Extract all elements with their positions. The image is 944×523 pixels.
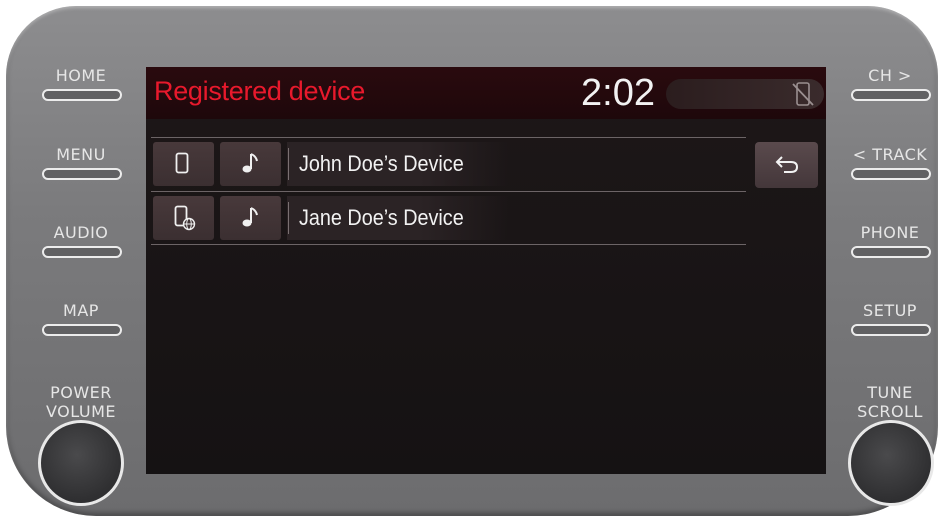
ch-label: CH >	[868, 66, 912, 85]
menu-label: MENU	[56, 145, 106, 164]
audio-label: AUDIO	[53, 223, 109, 242]
setup-button[interactable]	[851, 324, 931, 336]
menu-button[interactable]	[42, 168, 122, 180]
power-label-line2: VOLUME	[46, 402, 116, 421]
phone-label: PHONE	[860, 223, 920, 242]
screen-header: Registered device 2:02	[146, 67, 826, 119]
map-label: MAP	[63, 301, 99, 320]
device-audio-button[interactable]	[220, 142, 281, 186]
device-name: Jane Doe’s Device	[299, 205, 464, 230]
power-label-line1: POWER	[50, 383, 112, 402]
smartphone-globe-icon	[174, 205, 196, 231]
audio-button[interactable]	[42, 246, 122, 258]
tune-label-line2: SCROLL	[857, 402, 923, 421]
list-divider	[151, 244, 746, 245]
tune-scroll-knob[interactable]	[848, 420, 934, 506]
display-screen: Registered device 2:02 John Doe’s Device	[146, 67, 826, 474]
device-phone-button[interactable]	[153, 196, 214, 240]
power-volume-knob[interactable]	[38, 420, 124, 506]
device-row[interactable]: Jane Doe’s Device	[151, 192, 746, 242]
phone-disconnected-icon	[792, 82, 814, 106]
map-button[interactable]	[42, 324, 122, 336]
phone-button[interactable]	[851, 246, 931, 258]
back-arrow-icon	[775, 156, 799, 173]
device-phone-button[interactable]	[153, 142, 214, 186]
home-label: HOME	[55, 66, 107, 85]
power-label: POWER VOLUME	[31, 383, 131, 421]
track-label: < TRACK	[852, 145, 928, 164]
home-button[interactable]	[42, 89, 122, 101]
device-audio-button[interactable]	[220, 196, 281, 240]
tune-label-line1: TUNE	[867, 383, 913, 402]
track-prev-button[interactable]	[851, 168, 931, 180]
device-name: John Doe’s Device	[299, 151, 464, 176]
cell-separator	[288, 202, 289, 234]
device-row[interactable]: John Doe’s Device	[151, 138, 746, 188]
cell-separator	[288, 148, 289, 180]
page-title: Registered device	[154, 76, 366, 106]
tune-label: TUNE SCROLL	[840, 383, 940, 421]
setup-label: SETUP	[863, 301, 917, 320]
ch-next-button[interactable]	[851, 89, 931, 101]
music-note-icon	[242, 207, 258, 227]
back-button[interactable]	[755, 142, 818, 188]
music-note-icon	[242, 153, 258, 173]
clock: 2:02	[581, 72, 655, 114]
smartphone-icon	[175, 152, 189, 174]
